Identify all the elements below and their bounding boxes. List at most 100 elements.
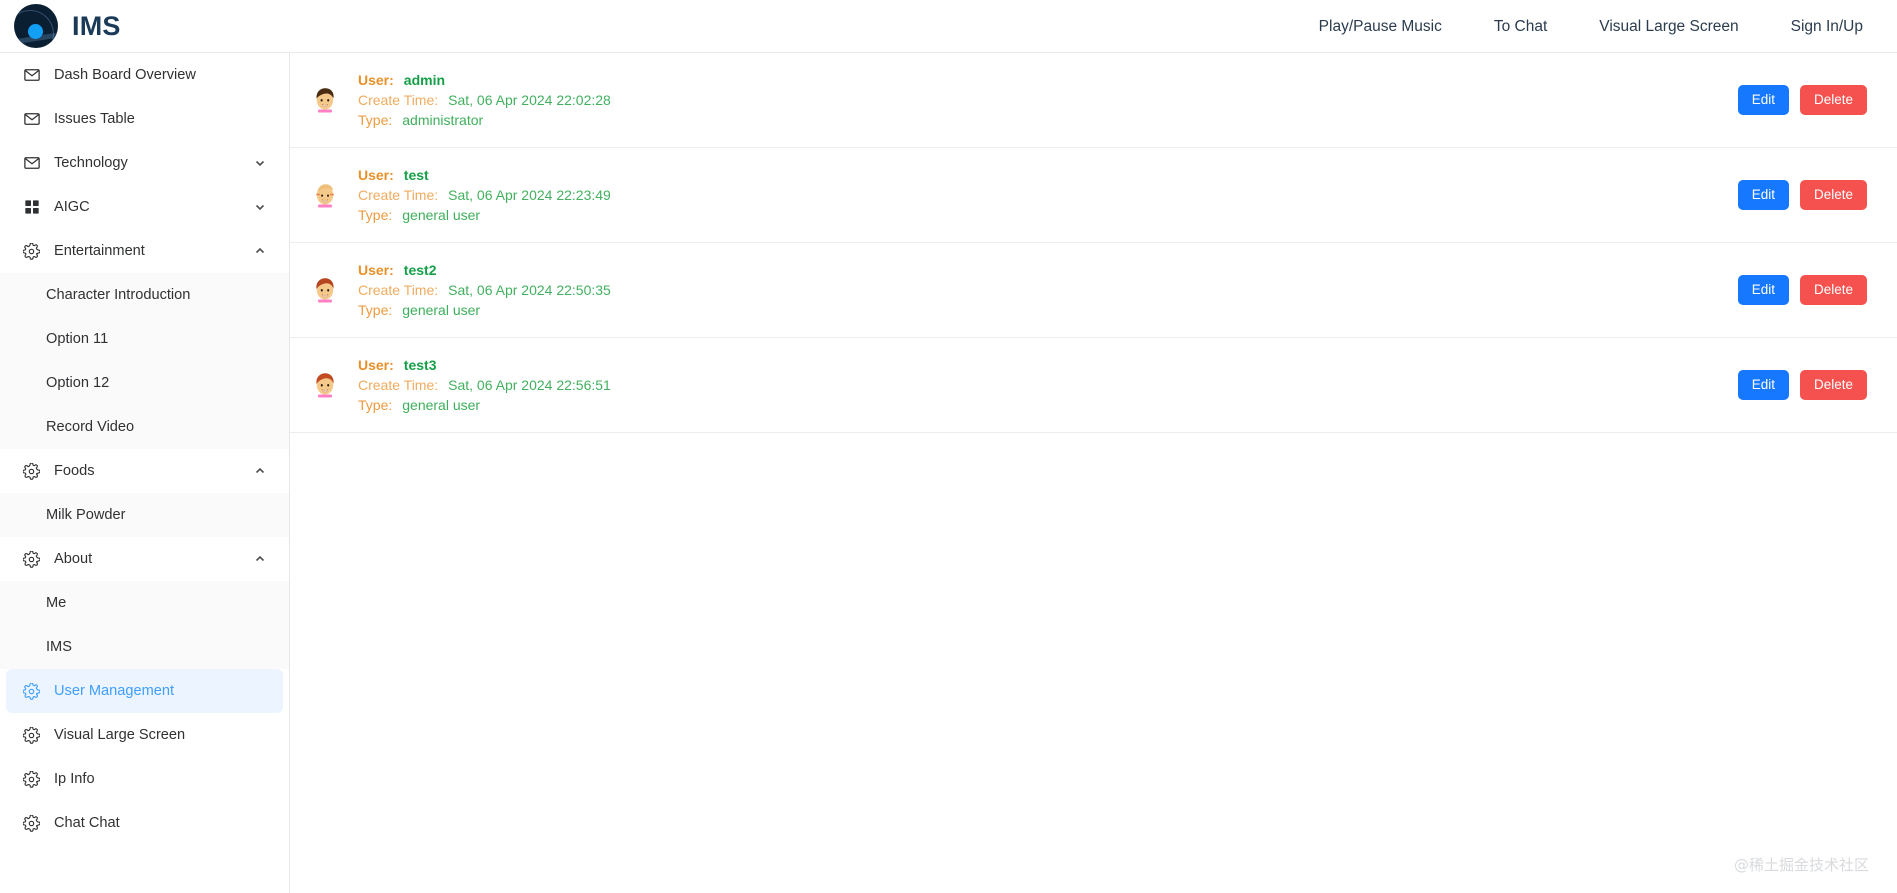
chevron-down-icon[interactable] bbox=[253, 156, 267, 170]
sidebar-item-label: About bbox=[54, 551, 93, 567]
submenu-foods: Milk Powder bbox=[0, 493, 289, 537]
sidebar-item-issues-table[interactable]: Issues Table bbox=[0, 97, 289, 141]
create-time-label: Create Time: bbox=[358, 92, 439, 108]
brand-title: IMS bbox=[72, 10, 121, 41]
user-fields: User: test Create Time: Sat, 06 Apr 2024… bbox=[358, 167, 611, 223]
chevron-up-icon[interactable] bbox=[253, 244, 267, 258]
table-row: User: admin Create Time: Sat, 06 Apr 202… bbox=[290, 53, 1897, 148]
avatar-dark-brown-hair bbox=[312, 85, 338, 115]
user-name-line: User: admin bbox=[358, 72, 611, 88]
create-time-value: Sat, 06 Apr 2024 22:02:28 bbox=[448, 92, 611, 108]
gear-icon bbox=[22, 814, 41, 833]
type-value: general user bbox=[402, 207, 481, 223]
sidebar-item-record-video[interactable]: Record Video bbox=[0, 405, 289, 449]
brand[interactable]: IMS bbox=[0, 4, 121, 48]
chevron-up-icon[interactable] bbox=[253, 464, 267, 478]
user-label: User: bbox=[358, 262, 394, 278]
sidebar-item-entertainment[interactable]: Entertainment bbox=[0, 229, 289, 273]
table-row: User: test3 Create Time: Sat, 06 Apr 202… bbox=[290, 338, 1897, 433]
user-name-line: User: test bbox=[358, 167, 611, 183]
sidebar-item-label: Entertainment bbox=[54, 243, 145, 259]
mail-icon bbox=[22, 154, 41, 173]
type-label: Type: bbox=[358, 397, 393, 413]
logo-bar bbox=[15, 32, 57, 45]
user-list-panel: User: admin Create Time: Sat, 06 Apr 202… bbox=[290, 53, 1897, 893]
mail-icon bbox=[22, 66, 41, 85]
sidebar-item-foods[interactable]: Foods bbox=[0, 449, 289, 493]
sidebar: Dash Board Overview Issues Table Technol… bbox=[0, 53, 290, 893]
delete-button[interactable]: Delete bbox=[1799, 275, 1867, 305]
chevron-up-icon[interactable] bbox=[253, 552, 267, 566]
sidebar-item-chat-chat[interactable]: Chat Chat bbox=[0, 801, 289, 845]
sidebar-item-ip-info[interactable]: Ip Info bbox=[0, 757, 289, 801]
sidebar-item-label: Visual Large Screen bbox=[54, 727, 186, 743]
nav-to-chat[interactable]: To Chat bbox=[1468, 0, 1573, 53]
sidebar-item-option-11[interactable]: Option 11 bbox=[0, 317, 289, 361]
gear-icon bbox=[22, 550, 41, 569]
create-time-value: Sat, 06 Apr 2024 22:50:35 bbox=[448, 282, 611, 298]
avatar-bald-blond bbox=[312, 180, 338, 210]
sidebar-item-visual-large-screen[interactable]: Visual Large Screen bbox=[0, 713, 289, 757]
chevron-down-icon[interactable] bbox=[253, 200, 267, 214]
sidebar-item-ims[interactable]: IMS bbox=[0, 625, 289, 669]
delete-button[interactable]: Delete bbox=[1799, 370, 1867, 400]
user-label: User: bbox=[358, 357, 394, 373]
avatar-red-hair bbox=[312, 275, 338, 305]
type-value: general user bbox=[402, 397, 481, 413]
sidebar-item-about[interactable]: About bbox=[0, 537, 289, 581]
type-label: Type: bbox=[358, 302, 393, 318]
user-value: test bbox=[403, 167, 429, 183]
nav-visual-large-screen[interactable]: Visual Large Screen bbox=[1573, 0, 1764, 53]
user-name-line: User: test2 bbox=[358, 262, 611, 278]
sidebar-item-label: Chat Chat bbox=[54, 815, 120, 831]
edit-button[interactable]: Edit bbox=[1737, 85, 1789, 115]
sidebar-item-label: Option 12 bbox=[46, 375, 110, 391]
create-time-value: Sat, 06 Apr 2024 22:23:49 bbox=[448, 187, 611, 203]
submenu-about: Me IMS bbox=[0, 581, 289, 669]
gear-icon bbox=[22, 770, 41, 789]
type-line: Type: administrator bbox=[358, 112, 611, 128]
user-fields: User: test3 Create Time: Sat, 06 Apr 202… bbox=[358, 357, 611, 413]
user-name-line: User: test3 bbox=[358, 357, 611, 373]
user-label: User: bbox=[358, 167, 394, 183]
gear-icon bbox=[22, 462, 41, 481]
sidebar-item-label: Milk Powder bbox=[46, 507, 126, 523]
row-actions: Edit Delete bbox=[1737, 180, 1867, 210]
create-time-line: Create Time: Sat, 06 Apr 2024 22:23:49 bbox=[358, 187, 611, 203]
type-line: Type: general user bbox=[358, 397, 611, 413]
type-label: Type: bbox=[358, 112, 393, 128]
edit-button[interactable]: Edit bbox=[1737, 275, 1789, 305]
edit-button[interactable]: Edit bbox=[1737, 180, 1789, 210]
create-time-label: Create Time: bbox=[358, 377, 439, 393]
watermark: @稀土掘金技术社区 bbox=[1733, 856, 1869, 874]
create-time-line: Create Time: Sat, 06 Apr 2024 22:56:51 bbox=[358, 377, 611, 393]
user-value: test2 bbox=[403, 262, 437, 278]
nav-sign-in-up[interactable]: Sign In/Up bbox=[1765, 0, 1897, 53]
sidebar-item-option-12[interactable]: Option 12 bbox=[0, 361, 289, 405]
delete-button[interactable]: Delete bbox=[1799, 180, 1867, 210]
sidebar-item-label: Foods bbox=[54, 463, 95, 479]
edit-button[interactable]: Edit bbox=[1737, 370, 1789, 400]
row-actions: Edit Delete bbox=[1737, 85, 1867, 115]
type-label: Type: bbox=[358, 207, 393, 223]
sidebar-item-aigc[interactable]: AIGC bbox=[0, 185, 289, 229]
sidebar-item-label: Ip Info bbox=[54, 771, 95, 787]
sidebar-item-label: AIGC bbox=[54, 199, 90, 215]
sidebar-item-me[interactable]: Me bbox=[0, 581, 289, 625]
type-line: Type: general user bbox=[358, 207, 611, 223]
sidebar-item-dashboard-overview[interactable]: Dash Board Overview bbox=[0, 53, 289, 97]
gear-icon bbox=[22, 682, 41, 701]
sidebar-item-label: Character Introduction bbox=[46, 287, 191, 303]
sidebar-item-milk-powder[interactable]: Milk Powder bbox=[0, 493, 289, 537]
nav-play-pause-music[interactable]: Play/Pause Music bbox=[1293, 0, 1468, 53]
ims-logo-icon bbox=[14, 4, 58, 48]
user-value: admin bbox=[403, 72, 446, 88]
sidebar-item-technology[interactable]: Technology bbox=[0, 141, 289, 185]
user-fields: User: test2 Create Time: Sat, 06 Apr 202… bbox=[358, 262, 611, 318]
create-time-line: Create Time: Sat, 06 Apr 2024 22:50:35 bbox=[358, 282, 611, 298]
delete-button[interactable]: Delete bbox=[1799, 85, 1867, 115]
sidebar-item-label: Option 11 bbox=[46, 331, 109, 347]
grid-icon bbox=[22, 198, 41, 217]
sidebar-item-character-introduction[interactable]: Character Introduction bbox=[0, 273, 289, 317]
sidebar-item-user-management[interactable]: User Management bbox=[6, 669, 283, 713]
